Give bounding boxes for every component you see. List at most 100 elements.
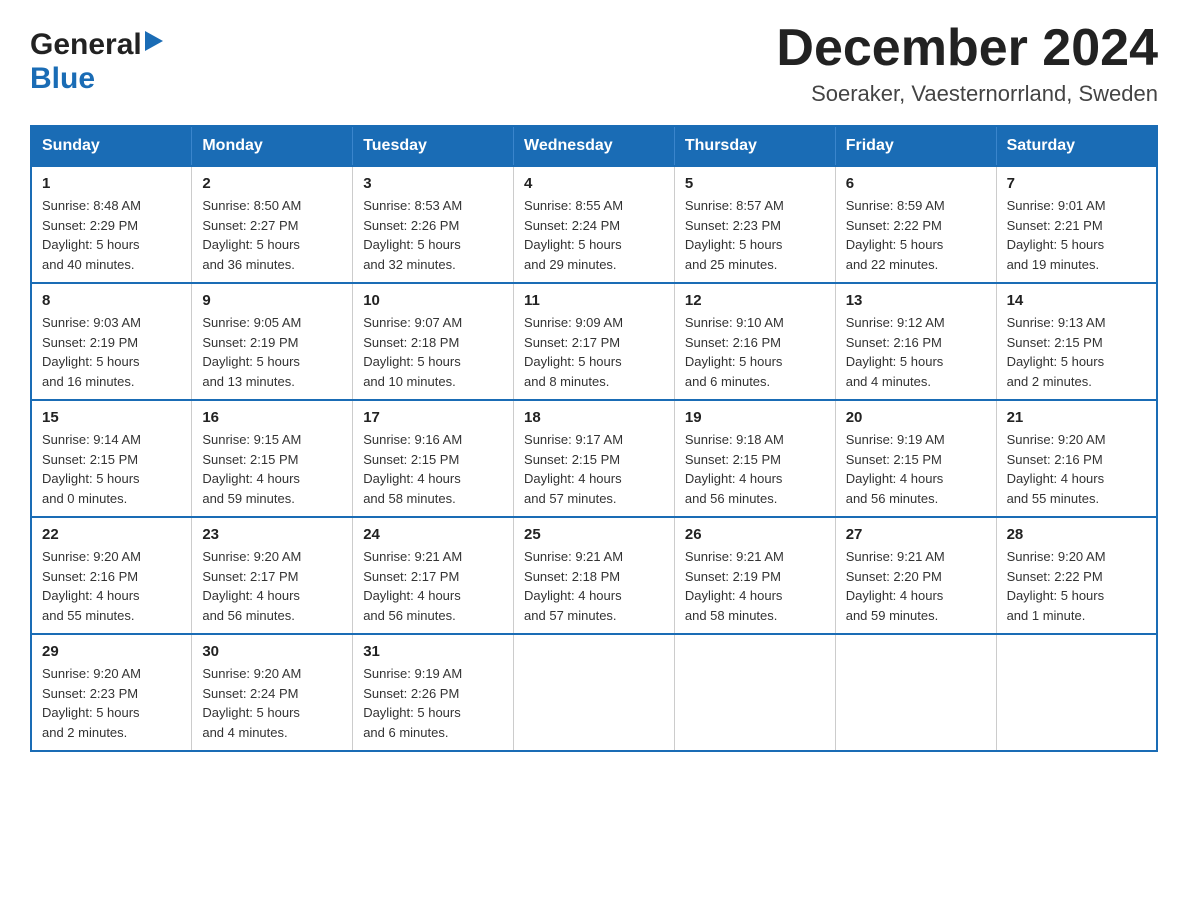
- calendar-cell: 26 Sunrise: 9:21 AMSunset: 2:19 PMDayligh…: [674, 517, 835, 634]
- col-friday: Friday: [835, 126, 996, 166]
- calendar-cell: 11Sunrise: 9:09 AMSunset: 2:17 PMDayligh…: [514, 283, 675, 400]
- day-info: Sunrise: 9:20 AMSunset: 2:16 PMDaylight:…: [1007, 430, 1146, 508]
- calendar-cell: [996, 634, 1157, 751]
- calendar-cell: 3 Sunrise: 8:53 AMSunset: 2:26 PMDaylight…: [353, 166, 514, 283]
- day-number: 26: [685, 526, 825, 543]
- calendar-cell: 19 Sunrise: 9:18 AMSunset: 2:15 PMDayligh…: [674, 400, 835, 517]
- calendar-cell: 31 Sunrise: 9:19 AMSunset: 2:26 PMDayligh…: [353, 634, 514, 751]
- calendar-cell: 16Sunrise: 9:15 AMSunset: 2:15 PMDayligh…: [192, 400, 353, 517]
- day-number: 19: [685, 409, 825, 426]
- day-number: 2: [202, 175, 342, 192]
- day-info: Sunrise: 9:18 AMSunset: 2:15 PMDaylight:…: [685, 430, 825, 508]
- day-number: 3: [363, 175, 503, 192]
- calendar-cell: 9Sunrise: 9:05 AMSunset: 2:19 PMDaylight…: [192, 283, 353, 400]
- calendar-cell: 10 Sunrise: 9:07 AMSunset: 2:18 PMDayligh…: [353, 283, 514, 400]
- calendar-cell: 23 Sunrise: 9:20 AMSunset: 2:17 PMDayligh…: [192, 517, 353, 634]
- day-info: Sunrise: 9:15 AMSunset: 2:15 PMDaylight:…: [202, 430, 342, 508]
- day-number: 17: [363, 409, 503, 426]
- day-info: Sunrise: 9:20 AMSunset: 2:22 PMDaylight:…: [1007, 547, 1146, 625]
- day-number: 29: [42, 643, 181, 660]
- day-number: 23: [202, 526, 342, 543]
- calendar-week-row: 8Sunrise: 9:03 AMSunset: 2:19 PMDaylight…: [31, 283, 1157, 400]
- logo-blue-text: Blue: [30, 62, 95, 95]
- day-info: Sunrise: 9:07 AMSunset: 2:18 PMDaylight:…: [363, 313, 503, 391]
- calendar-cell: 30 Sunrise: 9:20 AMSunset: 2:24 PMDayligh…: [192, 634, 353, 751]
- day-number: 27: [846, 526, 986, 543]
- day-number: 7: [1007, 175, 1146, 192]
- day-info: Sunrise: 9:20 AMSunset: 2:24 PMDaylight:…: [202, 664, 342, 742]
- logo-general-text: General: [30, 28, 142, 62]
- calendar-cell: 27 Sunrise: 9:21 AMSunset: 2:20 PMDayligh…: [835, 517, 996, 634]
- day-info: Sunrise: 9:19 AMSunset: 2:26 PMDaylight:…: [363, 664, 503, 742]
- day-number: 8: [42, 292, 181, 309]
- day-number: 15: [42, 409, 181, 426]
- day-info: Sunrise: 9:20 AMSunset: 2:16 PMDaylight:…: [42, 547, 181, 625]
- calendar-cell: 21 Sunrise: 9:20 AMSunset: 2:16 PMDayligh…: [996, 400, 1157, 517]
- day-info: Sunrise: 9:20 AMSunset: 2:17 PMDaylight:…: [202, 547, 342, 625]
- day-info: Sunrise: 9:19 AMSunset: 2:15 PMDaylight:…: [846, 430, 986, 508]
- day-number: 10: [363, 292, 503, 309]
- day-info: Sunrise: 9:01 AMSunset: 2:21 PMDaylight:…: [1007, 196, 1146, 274]
- day-number: 11: [524, 292, 664, 309]
- calendar-cell: 20 Sunrise: 9:19 AMSunset: 2:15 PMDayligh…: [835, 400, 996, 517]
- day-number: 20: [846, 409, 986, 426]
- calendar-week-row: 29 Sunrise: 9:20 AMSunset: 2:23 PMDayligh…: [31, 634, 1157, 751]
- day-info: Sunrise: 8:57 AMSunset: 2:23 PMDaylight:…: [685, 196, 825, 274]
- day-number: 31: [363, 643, 503, 660]
- day-info: Sunrise: 9:17 AMSunset: 2:15 PMDaylight:…: [524, 430, 664, 508]
- day-number: 21: [1007, 409, 1146, 426]
- calendar-cell: 25 Sunrise: 9:21 AMSunset: 2:18 PMDayligh…: [514, 517, 675, 634]
- day-number: 1: [42, 175, 181, 192]
- page-header: General Blue December 2024 Soeraker, Vae…: [30, 20, 1158, 107]
- day-number: 4: [524, 175, 664, 192]
- calendar-cell: 28Sunrise: 9:20 AMSunset: 2:22 PMDayligh…: [996, 517, 1157, 634]
- day-info: Sunrise: 9:21 AMSunset: 2:19 PMDaylight:…: [685, 547, 825, 625]
- day-number: 9: [202, 292, 342, 309]
- calendar-cell: 2 Sunrise: 8:50 AMSunset: 2:27 PMDaylight…: [192, 166, 353, 283]
- day-number: 6: [846, 175, 986, 192]
- calendar-cell: 15Sunrise: 9:14 AMSunset: 2:15 PMDayligh…: [31, 400, 192, 517]
- calendar-table: Sunday Monday Tuesday Wednesday Thursday…: [30, 125, 1158, 752]
- calendar-cell: 24 Sunrise: 9:21 AMSunset: 2:17 PMDayligh…: [353, 517, 514, 634]
- calendar-cell: 22 Sunrise: 9:20 AMSunset: 2:16 PMDayligh…: [31, 517, 192, 634]
- calendar-cell: 4Sunrise: 8:55 AMSunset: 2:24 PMDaylight…: [514, 166, 675, 283]
- calendar-cell: 14 Sunrise: 9:13 AMSunset: 2:15 PMDayligh…: [996, 283, 1157, 400]
- calendar-cell: [674, 634, 835, 751]
- day-info: Sunrise: 9:21 AMSunset: 2:20 PMDaylight:…: [846, 547, 986, 625]
- calendar-cell: [835, 634, 996, 751]
- calendar-cell: 13 Sunrise: 9:12 AMSunset: 2:16 PMDayligh…: [835, 283, 996, 400]
- day-number: 5: [685, 175, 825, 192]
- day-number: 13: [846, 292, 986, 309]
- title-block: December 2024 Soeraker, Vaesternorrland,…: [776, 20, 1158, 107]
- day-number: 25: [524, 526, 664, 543]
- calendar-week-row: 22 Sunrise: 9:20 AMSunset: 2:16 PMDayligh…: [31, 517, 1157, 634]
- day-number: 14: [1007, 292, 1146, 309]
- calendar-cell: 7 Sunrise: 9:01 AMSunset: 2:21 PMDaylight…: [996, 166, 1157, 283]
- page-title: December 2024: [776, 20, 1158, 77]
- calendar-cell: 6Sunrise: 8:59 AMSunset: 2:22 PMDaylight…: [835, 166, 996, 283]
- day-info: Sunrise: 8:48 AMSunset: 2:29 PMDaylight:…: [42, 196, 181, 274]
- calendar-cell: 1 Sunrise: 8:48 AMSunset: 2:29 PMDaylight…: [31, 166, 192, 283]
- calendar-cell: 12Sunrise: 9:10 AMSunset: 2:16 PMDayligh…: [674, 283, 835, 400]
- calendar-cell: 18 Sunrise: 9:17 AMSunset: 2:15 PMDayligh…: [514, 400, 675, 517]
- day-number: 18: [524, 409, 664, 426]
- col-tuesday: Tuesday: [353, 126, 514, 166]
- day-info: Sunrise: 9:20 AMSunset: 2:23 PMDaylight:…: [42, 664, 181, 742]
- day-info: Sunrise: 8:50 AMSunset: 2:27 PMDaylight:…: [202, 196, 342, 274]
- page-subtitle: Soeraker, Vaesternorrland, Sweden: [776, 81, 1158, 107]
- day-info: Sunrise: 9:12 AMSunset: 2:16 PMDaylight:…: [846, 313, 986, 391]
- day-info: Sunrise: 9:13 AMSunset: 2:15 PMDaylight:…: [1007, 313, 1146, 391]
- day-number: 22: [42, 526, 181, 543]
- calendar-cell: 8Sunrise: 9:03 AMSunset: 2:19 PMDaylight…: [31, 283, 192, 400]
- calendar-cell: [514, 634, 675, 751]
- day-info: Sunrise: 9:21 AMSunset: 2:17 PMDaylight:…: [363, 547, 503, 625]
- day-info: Sunrise: 9:21 AMSunset: 2:18 PMDaylight:…: [524, 547, 664, 625]
- day-info: Sunrise: 8:53 AMSunset: 2:26 PMDaylight:…: [363, 196, 503, 274]
- day-number: 24: [363, 526, 503, 543]
- col-wednesday: Wednesday: [514, 126, 675, 166]
- day-number: 30: [202, 643, 342, 660]
- calendar-cell: 17Sunrise: 9:16 AMSunset: 2:15 PMDayligh…: [353, 400, 514, 517]
- col-thursday: Thursday: [674, 126, 835, 166]
- day-info: Sunrise: 9:10 AMSunset: 2:16 PMDaylight:…: [685, 313, 825, 391]
- calendar-cell: 5 Sunrise: 8:57 AMSunset: 2:23 PMDaylight…: [674, 166, 835, 283]
